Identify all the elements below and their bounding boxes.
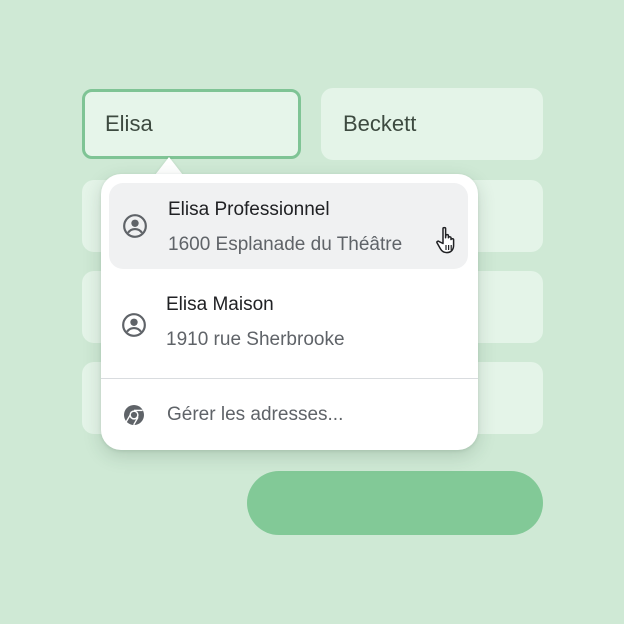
suggestion-address: 1600 Esplanade du Théâtre	[168, 234, 403, 255]
suggestion-item-maison[interactable]: Elisa Maison 1910 rue Sherbrooke	[109, 280, 468, 366]
manage-addresses-item[interactable]: Gérer les adresses...	[101, 379, 478, 450]
last-name-value: Beckett	[343, 111, 417, 136]
autofill-suggestions-popup: Elisa Professionnel 1600 Esplanade du Th…	[101, 174, 478, 450]
suggestion-name: Elisa Maison	[166, 294, 274, 315]
first-name-value: Elisa	[105, 111, 153, 136]
popup-caret	[155, 157, 183, 175]
account-circle-icon	[122, 313, 146, 337]
suggestion-address: 1910 rue Sherbrooke	[166, 329, 345, 350]
pointer-hand-icon	[436, 226, 455, 254]
suggestion-name: Elisa Professionnel	[168, 199, 330, 220]
account-circle-icon	[123, 214, 147, 238]
last-name-field[interactable]: Beckett	[321, 88, 543, 160]
suggestion-item-professionnel[interactable]: Elisa Professionnel 1600 Esplanade du Th…	[109, 183, 468, 269]
chrome-icon	[124, 405, 144, 426]
manage-addresses-label: Gérer les adresses...	[167, 404, 344, 425]
submit-button[interactable]	[247, 471, 543, 535]
first-name-field[interactable]: Elisa	[82, 89, 301, 159]
